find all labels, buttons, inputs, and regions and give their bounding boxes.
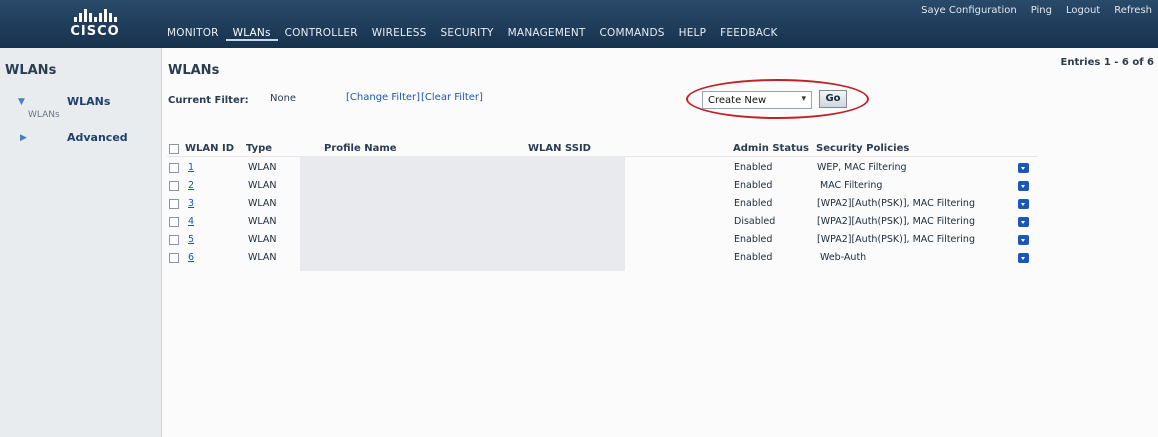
expand-down-icon[interactable]: ▼	[18, 97, 25, 107]
header-wlan-ssid[interactable]: WLAN SSID	[528, 143, 591, 154]
current-filter-label: Current Filter:	[168, 95, 249, 106]
header-wlan-id[interactable]: WLAN ID	[185, 143, 234, 154]
security-policy: [WPA2][Auth(PSK)], MAC Filtering	[817, 234, 975, 245]
go-button[interactable]: Go	[819, 90, 847, 108]
wlan-id-link[interactable]: 3	[188, 198, 194, 209]
sidebar-subitem-wlans[interactable]: WLANs	[28, 110, 60, 120]
main-menu: MONITOR WLANs CONTROLLER WIRELESS SECURI…	[160, 27, 785, 41]
row-dropdown-icon[interactable]	[1018, 199, 1029, 209]
sidebar: WLANs ▼ WLANs WLANs ▶ Advanced	[0, 48, 162, 437]
menu-wlans[interactable]: WLANs	[225, 27, 278, 41]
wlan-id-link[interactable]: 5	[188, 234, 194, 245]
admin-status: Enabled	[734, 162, 773, 173]
table-row: 4 WLAN Disabled [WPA2][Auth(PSK)], MAC F…	[162, 214, 1042, 230]
menu-help[interactable]: HELP	[672, 27, 714, 41]
menu-commands[interactable]: COMMANDS	[593, 27, 672, 41]
table-row: 1 WLAN Enabled WEP, MAC Filtering	[162, 160, 1042, 176]
cisco-wordmark: CISCO	[70, 24, 120, 39]
wlan-type: WLAN	[248, 216, 277, 227]
wlan-type: WLAN	[248, 234, 277, 245]
row-checkbox[interactable]	[169, 235, 179, 245]
row-checkbox[interactable]	[169, 253, 179, 263]
admin-status: Enabled	[734, 198, 773, 209]
security-policy: MAC Filtering	[820, 180, 883, 191]
security-policy: [WPA2][Auth(PSK)], MAC Filtering	[817, 198, 975, 209]
row-dropdown-icon[interactable]	[1018, 253, 1029, 263]
wlan-type: WLAN	[248, 180, 277, 191]
row-dropdown-icon[interactable]	[1018, 235, 1029, 245]
security-policy: [WPA2][Auth(PSK)], MAC Filtering	[817, 216, 975, 227]
row-checkbox[interactable]	[169, 163, 179, 173]
wlan-type: WLAN	[248, 198, 277, 209]
wlan-id-link[interactable]: 4	[188, 216, 194, 227]
save-configuration-link[interactable]: Saye Configuration	[921, 5, 1017, 16]
sidebar-title: WLANs	[5, 63, 57, 78]
header-admin-status[interactable]: Admin Status	[733, 143, 809, 154]
menu-management[interactable]: MANAGEMENT	[501, 27, 593, 41]
row-checkbox[interactable]	[169, 181, 179, 191]
select-all-checkbox[interactable]	[169, 144, 179, 154]
row-dropdown-icon[interactable]	[1018, 181, 1029, 191]
table-row: 6 WLAN Enabled Web-Auth	[162, 250, 1042, 266]
table-row: 5 WLAN Enabled [WPA2][Auth(PSK)], MAC Fi…	[162, 232, 1042, 248]
menu-security[interactable]: SECURITY	[434, 27, 501, 41]
wlan-type: WLAN	[248, 162, 277, 173]
row-dropdown-icon[interactable]	[1018, 217, 1029, 227]
header-security-policies[interactable]: Security Policies	[816, 143, 909, 154]
expand-right-icon[interactable]: ▶	[20, 133, 27, 143]
admin-status: Disabled	[734, 216, 776, 227]
cisco-bars-icon	[60, 6, 130, 22]
entries-count: Entries 1 - 6 of 6	[1060, 57, 1154, 68]
security-policy: Web-Auth	[820, 252, 867, 263]
sidebar-item-advanced[interactable]: Advanced	[67, 131, 128, 144]
sidebar-item-wlans[interactable]: WLANs	[67, 95, 110, 108]
table-row: 2 WLAN Enabled MAC Filtering	[162, 178, 1042, 194]
menu-monitor[interactable]: MONITOR	[160, 27, 226, 41]
wlan-type: WLAN	[248, 252, 277, 263]
main-content: WLANs Entries 1 - 6 of 6 Current Filter:…	[162, 48, 1158, 437]
wlan-id-link[interactable]: 1	[188, 162, 194, 173]
wlan-id-link[interactable]: 6	[188, 252, 194, 263]
row-checkbox[interactable]	[169, 199, 179, 209]
logout-link[interactable]: Logout	[1066, 5, 1100, 16]
clear-filter-link[interactable]: [Clear Filter]	[421, 92, 483, 103]
ping-link[interactable]: Ping	[1031, 5, 1052, 16]
row-dropdown-icon[interactable]	[1018, 163, 1029, 173]
create-new-selected: Create New	[708, 95, 767, 106]
top-bar: CISCO Saye Configuration Ping Logout Ref…	[0, 0, 1158, 48]
header-type[interactable]: Type	[246, 143, 272, 154]
security-policy: WEP, MAC Filtering	[817, 162, 907, 173]
refresh-link[interactable]: Refresh	[1114, 5, 1152, 16]
admin-status: Enabled	[734, 180, 773, 191]
menu-wireless[interactable]: WIRELESS	[365, 27, 434, 41]
wlan-id-link[interactable]: 2	[188, 180, 194, 191]
menu-feedback[interactable]: FEEDBACK	[713, 27, 784, 41]
admin-status: Enabled	[734, 252, 773, 263]
top-links: Saye Configuration Ping Logout Refresh	[921, 5, 1152, 16]
menu-controller[interactable]: CONTROLLER	[278, 27, 365, 41]
page-title: WLANs	[168, 63, 220, 78]
create-new-select[interactable]: Create New ▾	[702, 91, 812, 109]
row-checkbox[interactable]	[169, 217, 179, 227]
table-row: 3 WLAN Enabled [WPA2][Auth(PSK)], MAC Fi…	[162, 196, 1042, 212]
change-filter-link[interactable]: [Change Filter]	[346, 92, 420, 103]
current-filter-value: None	[270, 93, 297, 104]
admin-status: Enabled	[734, 234, 773, 245]
cisco-logo: CISCO	[60, 6, 130, 42]
chevron-down-icon: ▾	[801, 94, 806, 104]
header-profile-name[interactable]: Profile Name	[324, 143, 397, 154]
